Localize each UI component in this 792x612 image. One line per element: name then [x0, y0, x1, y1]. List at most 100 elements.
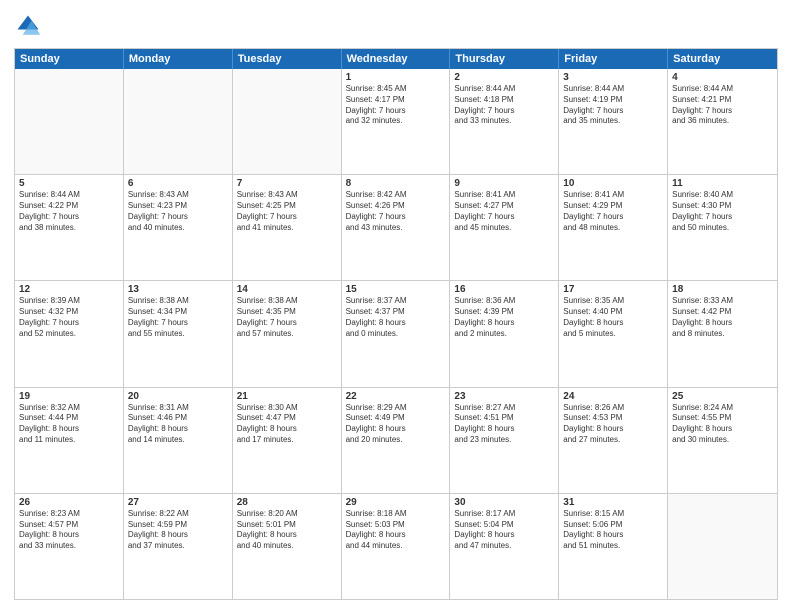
- header-day-friday: Friday: [559, 49, 668, 69]
- cell-info: Sunrise: 8:17 AM Sunset: 5:04 PM Dayligh…: [454, 509, 554, 552]
- cell-info: Sunrise: 8:43 AM Sunset: 4:23 PM Dayligh…: [128, 190, 228, 233]
- calendar-row-5: 26Sunrise: 8:23 AM Sunset: 4:57 PM Dayli…: [15, 493, 777, 599]
- header-day-sunday: Sunday: [15, 49, 124, 69]
- cell-info: Sunrise: 8:41 AM Sunset: 4:27 PM Dayligh…: [454, 190, 554, 233]
- calendar-cell: 5Sunrise: 8:44 AM Sunset: 4:22 PM Daylig…: [15, 175, 124, 280]
- calendar-cell: 12Sunrise: 8:39 AM Sunset: 4:32 PM Dayli…: [15, 281, 124, 386]
- day-number: 12: [19, 284, 119, 295]
- calendar-cell: 7Sunrise: 8:43 AM Sunset: 4:25 PM Daylig…: [233, 175, 342, 280]
- cell-info: Sunrise: 8:42 AM Sunset: 4:26 PM Dayligh…: [346, 190, 446, 233]
- cell-info: Sunrise: 8:24 AM Sunset: 4:55 PM Dayligh…: [672, 403, 773, 446]
- calendar-cell: 24Sunrise: 8:26 AM Sunset: 4:53 PM Dayli…: [559, 388, 668, 493]
- logo: [14, 12, 46, 40]
- day-number: 16: [454, 284, 554, 295]
- day-number: 23: [454, 391, 554, 402]
- calendar-cell: 11Sunrise: 8:40 AM Sunset: 4:30 PM Dayli…: [668, 175, 777, 280]
- header-day-tuesday: Tuesday: [233, 49, 342, 69]
- cell-info: Sunrise: 8:38 AM Sunset: 4:35 PM Dayligh…: [237, 296, 337, 339]
- calendar-cell: 10Sunrise: 8:41 AM Sunset: 4:29 PM Dayli…: [559, 175, 668, 280]
- calendar-row-3: 12Sunrise: 8:39 AM Sunset: 4:32 PM Dayli…: [15, 280, 777, 386]
- calendar-row-1: 1Sunrise: 8:45 AM Sunset: 4:17 PM Daylig…: [15, 69, 777, 174]
- day-number: 6: [128, 178, 228, 189]
- day-number: 8: [346, 178, 446, 189]
- calendar-cell: 3Sunrise: 8:44 AM Sunset: 4:19 PM Daylig…: [559, 69, 668, 174]
- calendar-cell: [233, 69, 342, 174]
- cell-info: Sunrise: 8:30 AM Sunset: 4:47 PM Dayligh…: [237, 403, 337, 446]
- header-day-wednesday: Wednesday: [342, 49, 451, 69]
- calendar-cell: [15, 69, 124, 174]
- cell-info: Sunrise: 8:40 AM Sunset: 4:30 PM Dayligh…: [672, 190, 773, 233]
- calendar-cell: 22Sunrise: 8:29 AM Sunset: 4:49 PM Dayli…: [342, 388, 451, 493]
- cell-info: Sunrise: 8:43 AM Sunset: 4:25 PM Dayligh…: [237, 190, 337, 233]
- day-number: 31: [563, 497, 663, 508]
- day-number: 29: [346, 497, 446, 508]
- calendar-cell: 21Sunrise: 8:30 AM Sunset: 4:47 PM Dayli…: [233, 388, 342, 493]
- calendar-cell: 19Sunrise: 8:32 AM Sunset: 4:44 PM Dayli…: [15, 388, 124, 493]
- calendar-cell: 15Sunrise: 8:37 AM Sunset: 4:37 PM Dayli…: [342, 281, 451, 386]
- cell-info: Sunrise: 8:39 AM Sunset: 4:32 PM Dayligh…: [19, 296, 119, 339]
- cell-info: Sunrise: 8:32 AM Sunset: 4:44 PM Dayligh…: [19, 403, 119, 446]
- cell-info: Sunrise: 8:22 AM Sunset: 4:59 PM Dayligh…: [128, 509, 228, 552]
- calendar-cell: 27Sunrise: 8:22 AM Sunset: 4:59 PM Dayli…: [124, 494, 233, 599]
- calendar-cell: 26Sunrise: 8:23 AM Sunset: 4:57 PM Dayli…: [15, 494, 124, 599]
- calendar-cell: 28Sunrise: 8:20 AM Sunset: 5:01 PM Dayli…: [233, 494, 342, 599]
- day-number: 1: [346, 72, 446, 83]
- calendar-cell: 18Sunrise: 8:33 AM Sunset: 4:42 PM Dayli…: [668, 281, 777, 386]
- cell-info: Sunrise: 8:29 AM Sunset: 4:49 PM Dayligh…: [346, 403, 446, 446]
- calendar-cell: 17Sunrise: 8:35 AM Sunset: 4:40 PM Dayli…: [559, 281, 668, 386]
- day-number: 22: [346, 391, 446, 402]
- cell-info: Sunrise: 8:45 AM Sunset: 4:17 PM Dayligh…: [346, 84, 446, 127]
- cell-info: Sunrise: 8:20 AM Sunset: 5:01 PM Dayligh…: [237, 509, 337, 552]
- calendar-cell: 31Sunrise: 8:15 AM Sunset: 5:06 PM Dayli…: [559, 494, 668, 599]
- day-number: 28: [237, 497, 337, 508]
- calendar-cell: 23Sunrise: 8:27 AM Sunset: 4:51 PM Dayli…: [450, 388, 559, 493]
- calendar: SundayMondayTuesdayWednesdayThursdayFrid…: [14, 48, 778, 600]
- calendar-header: SundayMondayTuesdayWednesdayThursdayFrid…: [15, 49, 777, 69]
- calendar-cell: 25Sunrise: 8:24 AM Sunset: 4:55 PM Dayli…: [668, 388, 777, 493]
- header-day-saturday: Saturday: [668, 49, 777, 69]
- calendar-cell: 13Sunrise: 8:38 AM Sunset: 4:34 PM Dayli…: [124, 281, 233, 386]
- calendar-cell: 6Sunrise: 8:43 AM Sunset: 4:23 PM Daylig…: [124, 175, 233, 280]
- day-number: 13: [128, 284, 228, 295]
- logo-icon: [14, 12, 42, 40]
- cell-info: Sunrise: 8:38 AM Sunset: 4:34 PM Dayligh…: [128, 296, 228, 339]
- cell-info: Sunrise: 8:41 AM Sunset: 4:29 PM Dayligh…: [563, 190, 663, 233]
- calendar-cell: 16Sunrise: 8:36 AM Sunset: 4:39 PM Dayli…: [450, 281, 559, 386]
- cell-info: Sunrise: 8:37 AM Sunset: 4:37 PM Dayligh…: [346, 296, 446, 339]
- day-number: 17: [563, 284, 663, 295]
- day-number: 5: [19, 178, 119, 189]
- cell-info: Sunrise: 8:23 AM Sunset: 4:57 PM Dayligh…: [19, 509, 119, 552]
- cell-info: Sunrise: 8:26 AM Sunset: 4:53 PM Dayligh…: [563, 403, 663, 446]
- cell-info: Sunrise: 8:35 AM Sunset: 4:40 PM Dayligh…: [563, 296, 663, 339]
- cell-info: Sunrise: 8:27 AM Sunset: 4:51 PM Dayligh…: [454, 403, 554, 446]
- cell-info: Sunrise: 8:44 AM Sunset: 4:19 PM Dayligh…: [563, 84, 663, 127]
- day-number: 3: [563, 72, 663, 83]
- cell-info: Sunrise: 8:31 AM Sunset: 4:46 PM Dayligh…: [128, 403, 228, 446]
- calendar-cell: 1Sunrise: 8:45 AM Sunset: 4:17 PM Daylig…: [342, 69, 451, 174]
- day-number: 21: [237, 391, 337, 402]
- day-number: 7: [237, 178, 337, 189]
- calendar-row-2: 5Sunrise: 8:44 AM Sunset: 4:22 PM Daylig…: [15, 174, 777, 280]
- header: [14, 12, 778, 40]
- calendar-cell: 29Sunrise: 8:18 AM Sunset: 5:03 PM Dayli…: [342, 494, 451, 599]
- day-number: 11: [672, 178, 773, 189]
- day-number: 19: [19, 391, 119, 402]
- calendar-cell: 14Sunrise: 8:38 AM Sunset: 4:35 PM Dayli…: [233, 281, 342, 386]
- day-number: 4: [672, 72, 773, 83]
- calendar-cell: [124, 69, 233, 174]
- calendar-cell: 4Sunrise: 8:44 AM Sunset: 4:21 PM Daylig…: [668, 69, 777, 174]
- cell-info: Sunrise: 8:33 AM Sunset: 4:42 PM Dayligh…: [672, 296, 773, 339]
- day-number: 26: [19, 497, 119, 508]
- cell-info: Sunrise: 8:18 AM Sunset: 5:03 PM Dayligh…: [346, 509, 446, 552]
- calendar-body: 1Sunrise: 8:45 AM Sunset: 4:17 PM Daylig…: [15, 69, 777, 599]
- cell-info: Sunrise: 8:36 AM Sunset: 4:39 PM Dayligh…: [454, 296, 554, 339]
- calendar-cell: 9Sunrise: 8:41 AM Sunset: 4:27 PM Daylig…: [450, 175, 559, 280]
- day-number: 14: [237, 284, 337, 295]
- calendar-cell: [668, 494, 777, 599]
- cell-info: Sunrise: 8:15 AM Sunset: 5:06 PM Dayligh…: [563, 509, 663, 552]
- cell-info: Sunrise: 8:44 AM Sunset: 4:18 PM Dayligh…: [454, 84, 554, 127]
- day-number: 24: [563, 391, 663, 402]
- day-number: 10: [563, 178, 663, 189]
- header-day-monday: Monday: [124, 49, 233, 69]
- calendar-row-4: 19Sunrise: 8:32 AM Sunset: 4:44 PM Dayli…: [15, 387, 777, 493]
